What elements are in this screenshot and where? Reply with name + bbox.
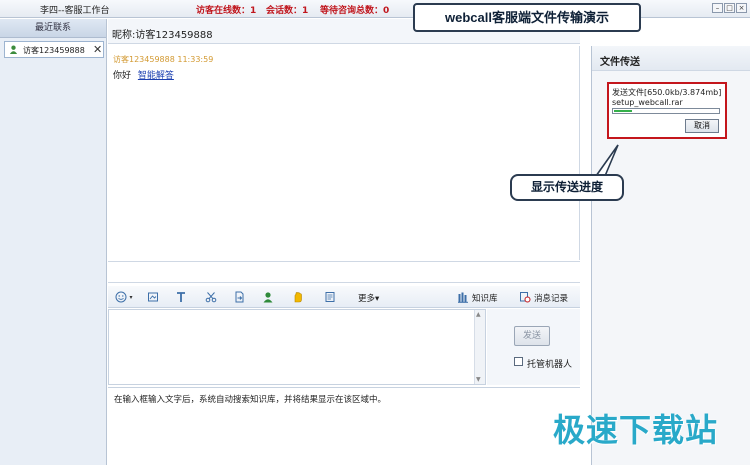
chat-transcript[interactable]: 访客123459888 11:33:59 你好 智能解答: [108, 46, 580, 260]
maximize-icon[interactable]: □: [724, 3, 735, 13]
close-icon[interactable]: ✕: [93, 43, 102, 56]
contact-item[interactable]: 访客123459888 ✕: [4, 41, 104, 58]
knowledge-base-icon[interactable]: [456, 290, 470, 304]
message-body: 你好 智能解答: [113, 68, 174, 81]
message-input[interactable]: ▲ ▼: [108, 309, 486, 385]
screenshot-icon[interactable]: [146, 290, 160, 304]
visitor-avatar-icon: [9, 45, 18, 54]
visitor-nickname: 昵称:访客123459888: [112, 30, 213, 41]
message-meta: 访客123459888 11:33:59: [113, 55, 214, 64]
transfer-progress-fill: [614, 110, 632, 112]
watermark-logo: 极速下载站: [553, 411, 719, 449]
sidebar-header: 最近联系: [0, 19, 106, 38]
window-title: 李四--客服工作台: [40, 6, 110, 16]
knowledge-hint-text: 在输入框输入文字后，系统自动搜索知识库，并将结果显示在该区域中。: [114, 395, 387, 405]
online-visitors-count: 访客在线数：1: [196, 6, 257, 16]
demo-caption: webcall客服端文件传输演示: [413, 3, 641, 32]
file-transfer-title: 文件传送: [592, 46, 750, 71]
knowledge-hint-area: 在输入框输入文字后，系统自动搜索知识库，并将结果显示在该区域中。: [108, 387, 580, 465]
note-icon[interactable]: [323, 290, 337, 304]
hand-icon[interactable]: [291, 290, 305, 304]
send-panel: 发送 托管机器人: [487, 309, 580, 385]
sessions-count: 会话数：1: [266, 6, 309, 16]
robot-hosting-checkbox[interactable]: [514, 357, 523, 366]
scroll-up-icon[interactable]: ▲: [476, 311, 481, 318]
cancel-button[interactable]: 取消: [685, 119, 719, 133]
font-icon[interactable]: [174, 290, 188, 304]
file-send-icon[interactable]: [232, 290, 246, 304]
input-scrollbar[interactable]: ▲ ▼: [474, 310, 485, 384]
robot-hosting-label: 托管机器人: [527, 360, 573, 370]
transfer-progress-bar: [612, 108, 720, 114]
waiting-count: 等待咨询总数：0: [320, 6, 390, 16]
smart-answer-link[interactable]: 智能解答: [138, 71, 174, 81]
more-menu[interactable]: 更多▾: [358, 292, 379, 304]
message-history-icon[interactable]: [518, 290, 532, 304]
input-toolbar: ▾ 更多▾ 知识库 消息记录: [108, 286, 580, 308]
recent-contacts-sidebar: 最近联系 访客123459888 ✕: [0, 19, 107, 465]
file-transfer-panel: 文件传送 发送文件[650.0kb/3.874mb] setup_webcall…: [591, 46, 750, 465]
divider-strip: [108, 261, 580, 283]
send-button[interactable]: 发送: [514, 326, 550, 346]
transfer-filename: setup_webcall.rar: [612, 98, 683, 107]
message-history-button[interactable]: 消息记录: [534, 292, 568, 304]
progress-callout: 显示传送进度: [510, 174, 624, 201]
chevron-down-icon[interactable]: ▾: [128, 290, 134, 304]
emoji-icon[interactable]: [114, 290, 128, 304]
transfer-item: 发送文件[650.0kb/3.874mb] setup_webcall.rar …: [607, 82, 727, 139]
user-icon[interactable]: [261, 290, 275, 304]
scissors-icon[interactable]: [204, 290, 218, 304]
scroll-down-icon[interactable]: ▼: [476, 376, 481, 383]
chevron-down-icon: ▾: [375, 294, 380, 304]
minimize-icon[interactable]: –: [712, 3, 723, 13]
message-text: 你好: [113, 71, 132, 81]
transfer-status: 发送文件[650.0kb/3.874mb]: [612, 88, 722, 97]
knowledge-base-button[interactable]: 知识库: [472, 292, 498, 304]
close-icon[interactable]: ×: [736, 3, 747, 13]
contact-name: 访客123459888: [23, 46, 85, 55]
